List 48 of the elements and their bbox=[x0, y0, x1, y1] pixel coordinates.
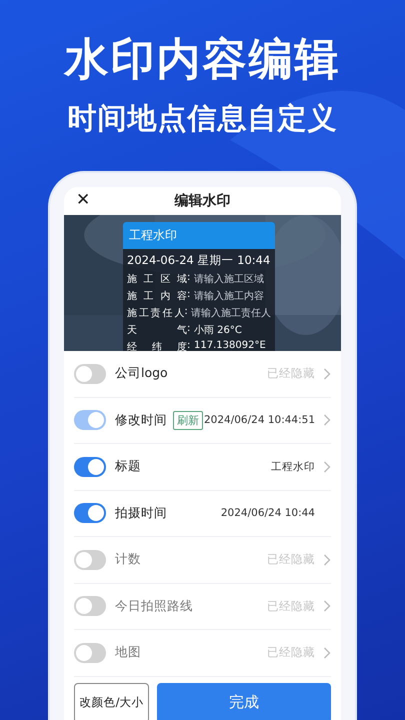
watermark-datetime: 2024-06-24 星期一 10:44 bbox=[127, 253, 271, 268]
chevron-icon bbox=[323, 368, 331, 380]
watermark-label: 施工内容 bbox=[127, 290, 187, 303]
toggle-switch[interactable] bbox=[74, 503, 106, 524]
colon: : bbox=[187, 272, 192, 285]
toggle-switch[interactable] bbox=[74, 364, 106, 384]
setting-value: 2024/06/24 10:44:51 bbox=[204, 414, 315, 426]
subheadline: 时间地点信息自定义 bbox=[68, 100, 338, 137]
colon: : bbox=[187, 323, 192, 336]
setting-label: 公司logo bbox=[115, 365, 168, 382]
chevron-icon bbox=[323, 414, 331, 426]
setting-value: 已经隐藏 bbox=[267, 366, 315, 382]
color-size-button[interactable]: 改颜色/大小 bbox=[74, 682, 149, 720]
watermark-label: 经纬度 bbox=[127, 340, 187, 351]
chevron-icon bbox=[323, 600, 331, 612]
headline: 水印内容编辑 bbox=[64, 33, 340, 87]
refresh-tag[interactable]: 刷新 bbox=[173, 410, 203, 430]
watermark-title: 工程水印 bbox=[123, 222, 275, 249]
watermark-label: 天气 bbox=[127, 324, 187, 337]
setting-label: 计数 bbox=[115, 551, 141, 568]
setting-label: 拍摄时间 bbox=[115, 504, 167, 522]
chevron-icon bbox=[323, 554, 331, 566]
watermark-value: 117.138092°E bbox=[194, 340, 266, 351]
watermark-label: 施工区域 bbox=[127, 272, 187, 286]
setting-label: 修改时间 bbox=[115, 412, 167, 429]
done-button[interactable]: 完成 bbox=[157, 682, 331, 720]
setting-value: 已经隐藏 bbox=[267, 552, 315, 568]
setting-label: 今日拍照路线 bbox=[115, 598, 193, 615]
watermark-value: 小雨 26°C bbox=[194, 324, 242, 337]
setting-value: 工程水印 bbox=[271, 460, 315, 474]
watermark-value: 请输入施工区域 bbox=[194, 272, 264, 286]
close-button[interactable]: ✕ bbox=[74, 189, 92, 210]
chevron-icon bbox=[323, 646, 331, 659]
chevron-icon bbox=[323, 460, 331, 473]
colon: : bbox=[184, 306, 189, 319]
colon: : bbox=[187, 340, 192, 351]
setting-value: 已经隐藏 bbox=[267, 645, 315, 660]
watermark-value: 请输入施工内容 bbox=[194, 290, 264, 303]
setting-value: 2024/06/24 10:44 bbox=[220, 507, 315, 520]
setting-value: 已经隐藏 bbox=[267, 598, 315, 614]
watermark-value: 请输入施工责任人 bbox=[191, 306, 271, 320]
dialog-title: 编辑水印 bbox=[174, 192, 230, 210]
setting-label: 地图 bbox=[115, 644, 141, 662]
toggle-switch[interactable] bbox=[74, 410, 106, 430]
toggle-switch[interactable] bbox=[74, 456, 106, 477]
watermark-label: 施工责任人 bbox=[127, 306, 184, 320]
setting-label: 标题 bbox=[115, 458, 141, 476]
colon: : bbox=[187, 289, 192, 302]
